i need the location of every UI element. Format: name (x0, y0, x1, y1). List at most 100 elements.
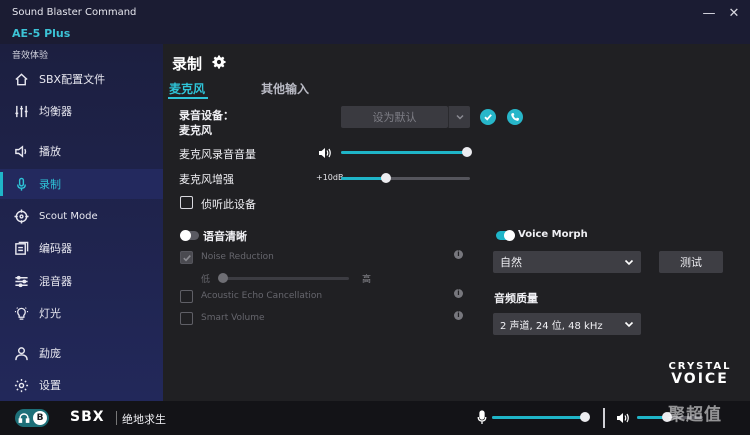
chevron-down-icon (455, 114, 464, 120)
sidebar-item-label: 混音器 (39, 275, 72, 288)
sidebar-section-label: 音效体验 (12, 51, 49, 61)
sidebar-item-mixer[interactable]: 混音器 (0, 266, 163, 296)
sidebar-item-label: SBX配置文件 (39, 73, 106, 86)
active-tab-indicator (168, 97, 208, 99)
mic-boost-slider[interactable] (341, 173, 470, 183)
noise-reduction-low-label: 低 (201, 275, 211, 285)
info-icon[interactable]: i (454, 311, 463, 320)
crystal-voice-logo: CRYSTAL VOICE (668, 361, 732, 387)
recording-device-label: 录音设备： (179, 109, 234, 122)
echo-cancellation-label: Acoustic Echo Cancellation (201, 291, 323, 301)
divider (116, 411, 117, 425)
bottom-bar: B SBX 绝地求生 (0, 401, 750, 435)
sbx-logo: SBX (70, 409, 105, 425)
crosshair-icon (12, 207, 30, 225)
monitor-device-checkbox[interactable] (180, 196, 193, 209)
active-profile-name[interactable]: 绝地求生 (122, 411, 166, 427)
smart-volume-label: Smart Volume (201, 313, 265, 323)
sidebar-item-scout-mode[interactable]: Scout Mode (0, 201, 163, 231)
voice-morph-toggle[interactable] (496, 230, 515, 241)
info-icon[interactable]: i (454, 289, 463, 298)
sidebar-item-label: 编码器 (39, 242, 72, 255)
chevron-down-icon (624, 259, 634, 266)
divider (603, 408, 605, 428)
audio-quality-select[interactable]: 2 声道, 24 位, 48 kHz (493, 313, 641, 335)
set-default-dropdown[interactable] (448, 106, 470, 128)
sidebar-item-label: 播放 (39, 145, 61, 158)
mic-volume-slider[interactable] (341, 147, 472, 157)
sidebar-item-label: 均衡器 (39, 105, 72, 118)
gear-icon[interactable] (212, 55, 226, 69)
sidebar-item-equalizer[interactable]: 均衡器 (0, 96, 163, 126)
voice-clarity-label: 语音清晰 (203, 230, 247, 243)
device-name[interactable]: AE-5 Plus (12, 27, 70, 40)
mic-volume-label: 麦克风录音音量 (179, 148, 256, 161)
phone-icon (511, 113, 519, 121)
sidebar-item-sbx-profile[interactable]: SBX配置文件 (0, 64, 163, 94)
sidebar-item-account[interactable]: 勐庞 (0, 338, 163, 368)
bottom-mic-slider[interactable] (492, 412, 590, 422)
voice-morph-select[interactable]: 自然 (493, 251, 641, 273)
minimize-button[interactable]: — (701, 6, 717, 22)
mic-boost-value: +10dB (316, 173, 344, 182)
watermark: 聚超值 (668, 405, 722, 425)
close-button[interactable]: ✕ (726, 6, 742, 22)
sidebar-item-label: 灯光 (39, 307, 61, 320)
sidebar-item-encoder[interactable]: 编码器 (0, 233, 163, 263)
sidebar-item-recording[interactable]: 录制 (0, 169, 163, 199)
default-communication-button[interactable] (507, 109, 523, 125)
info-icon[interactable]: i (454, 250, 463, 259)
sidebar-item-playback[interactable]: 播放 (0, 136, 163, 166)
noise-reduction-slider[interactable] (218, 273, 349, 283)
sidebar-item-label: 勐庞 (39, 347, 61, 360)
speaker-icon[interactable] (616, 412, 630, 424)
mic-boost-label: 麦克风增强 (179, 173, 234, 186)
noise-reduction-label: Noise Reduction (201, 252, 274, 262)
user-icon (12, 344, 30, 362)
mixer-icon (12, 272, 30, 290)
sidebar-item-label: 设置 (39, 379, 61, 392)
slider-knob[interactable] (462, 147, 472, 157)
sidebar-item-label: Scout Mode (39, 210, 98, 222)
monitor-device-label: 侦听此设备 (201, 198, 256, 211)
slider-knob[interactable] (218, 273, 228, 283)
echo-cancellation-checkbox[interactable] (180, 290, 193, 303)
tab-other-inputs[interactable]: 其他输入 (261, 80, 309, 97)
sidebar-item-lighting[interactable]: 灯光 (0, 298, 163, 328)
bulb-icon (12, 304, 30, 322)
smart-volume-checkbox[interactable] (180, 312, 193, 325)
slider-knob[interactable] (580, 412, 590, 422)
audio-quality-label: 音频质量 (494, 292, 538, 305)
checkmark-icon (484, 114, 492, 121)
checkmark-icon (182, 254, 191, 261)
noise-reduction-high-label: 高 (362, 275, 372, 285)
sidebar-item-settings[interactable]: 设置 (0, 370, 163, 400)
sidebar-item-label: 录制 (39, 178, 61, 191)
title-bar: Sound Blaster Command AE-5 Plus — ✕ (0, 0, 750, 44)
recording-device-name: 麦克风 (179, 124, 212, 137)
home-icon (12, 70, 30, 88)
noise-reduction-checkbox[interactable] (180, 251, 193, 264)
speaker-icon[interactable] (318, 147, 332, 159)
default-device-check-button[interactable] (480, 109, 496, 125)
gear-icon (12, 376, 30, 394)
voice-morph-label: Voice Morph (518, 229, 588, 240)
voice-clarity-toggle[interactable] (180, 230, 199, 241)
chevron-down-icon (624, 321, 634, 328)
slider-knob[interactable] (381, 173, 392, 183)
tab-microphone[interactable]: 麦克风 (169, 80, 205, 97)
equalizer-icon (12, 102, 30, 120)
test-button[interactable]: 测试 (659, 251, 723, 273)
main-panel: 录制 麦克风 其他输入 录音设备： 麦克风 设为默认 麦克风录音音量 麦克风增强… (163, 44, 750, 401)
page-title: 录制 (172, 55, 203, 73)
sidebar: 音效体验 SBX配置文件 均衡器 播放 录制 Scout Mode 编码器 混音… (0, 44, 163, 401)
speaker-icon (12, 142, 30, 160)
voice-morph-selected: 自然 (500, 256, 522, 269)
headset-icon (17, 411, 31, 425)
set-default-button[interactable]: 设为默认 (341, 106, 448, 128)
app-title: Sound Blaster Command (12, 7, 137, 18)
sbx-toggle-pill[interactable]: B (15, 409, 49, 427)
profile-badge: B (33, 411, 47, 425)
microphone-icon[interactable] (477, 410, 487, 425)
audio-quality-selected: 2 声道, 24 位, 48 kHz (500, 320, 603, 332)
